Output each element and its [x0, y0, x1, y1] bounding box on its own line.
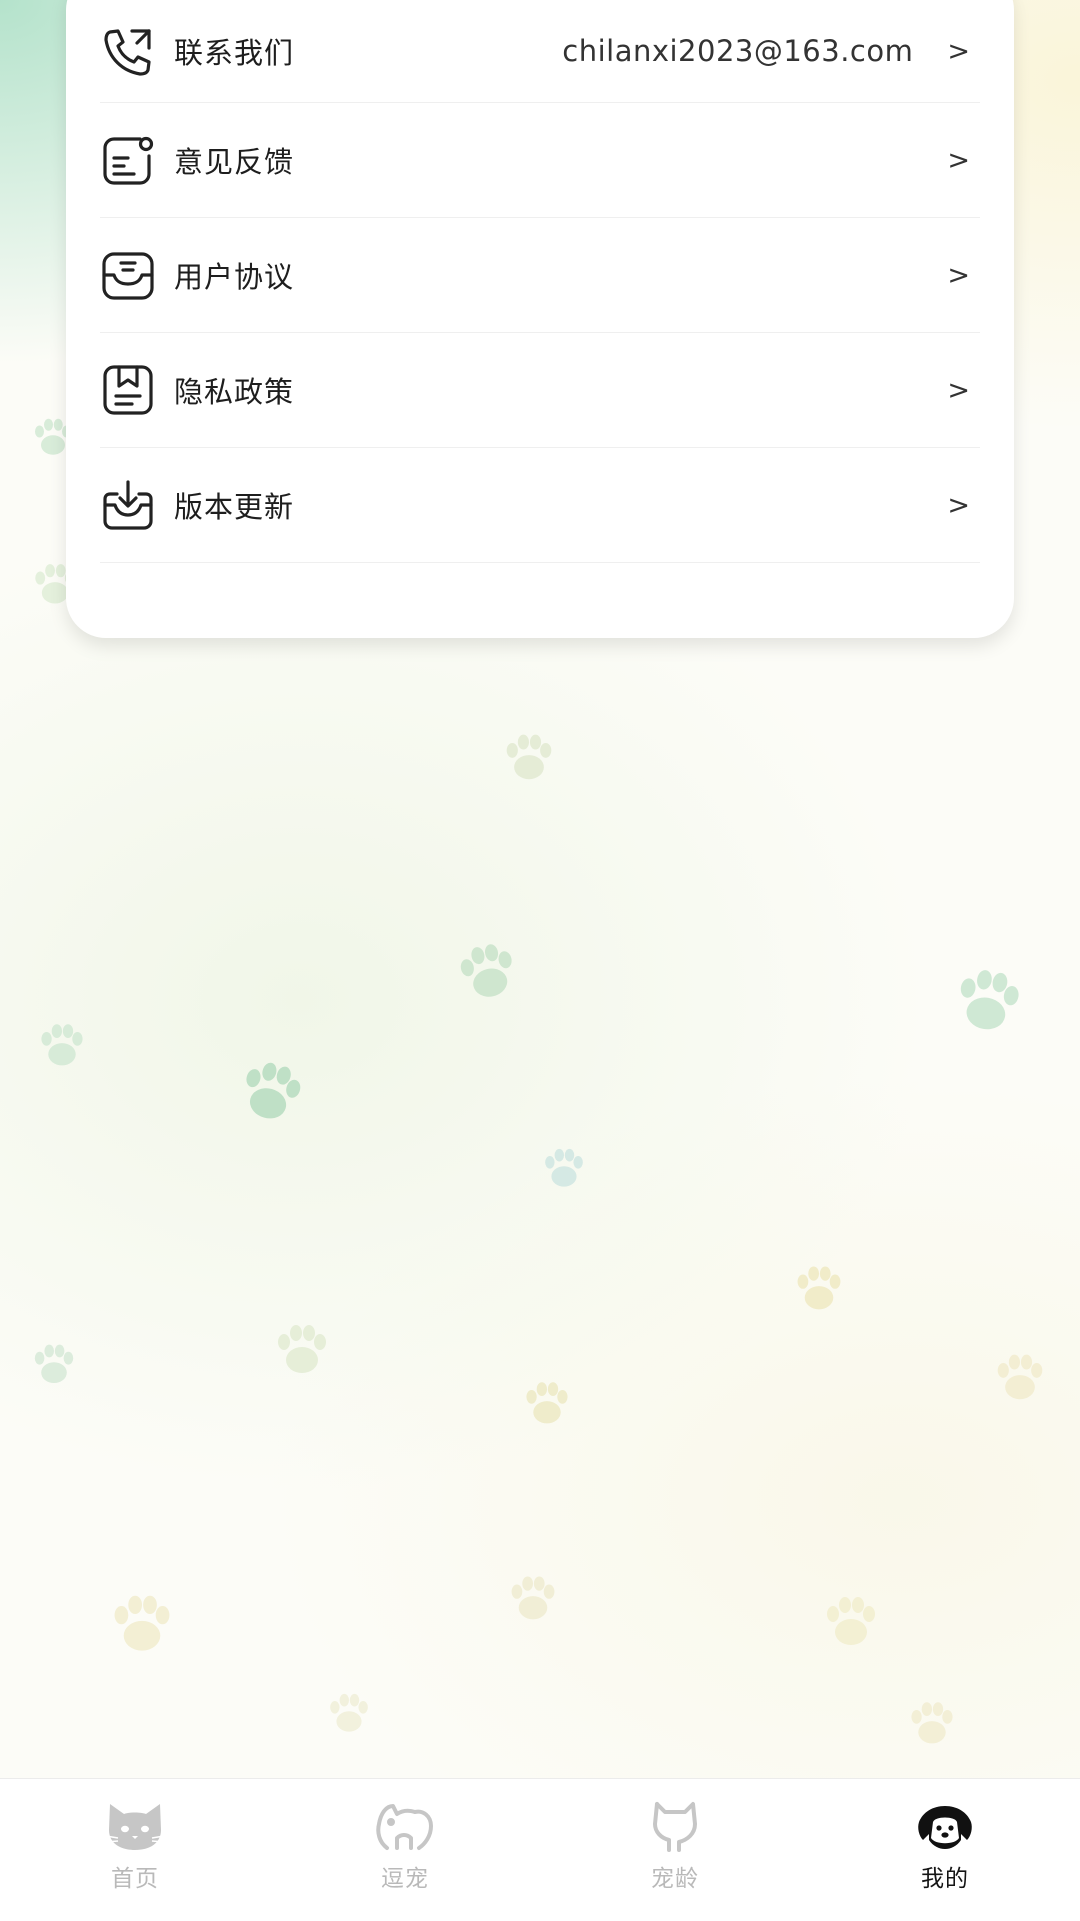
- menu-item-label: 用户协议: [174, 260, 295, 294]
- phone-icon: [100, 23, 156, 79]
- paw-print-icon: [278, 1325, 326, 1373]
- paw-print-icon: [827, 1597, 875, 1645]
- chevron-right-icon: >: [947, 259, 970, 291]
- menu-item-label: 版本更新: [174, 490, 295, 524]
- tab-label: 逗宠: [381, 1866, 429, 1892]
- paw-print-icon: [506, 734, 552, 780]
- paw-print-icon: [954, 966, 1022, 1033]
- menu-item-label: 隐私政策: [174, 375, 295, 409]
- menu-item-update[interactable]: 版本更新 >: [100, 448, 980, 563]
- menu-item-label: 联系我们: [174, 36, 295, 70]
- tab-label: 我的: [921, 1866, 969, 1892]
- paw-print-icon: [237, 1058, 305, 1122]
- tab-label: 宠龄: [651, 1866, 699, 1892]
- feedback-icon: [100, 132, 156, 188]
- contact-email: chilanxi2023@163.com: [562, 34, 914, 68]
- paw-print-icon: [997, 1354, 1043, 1400]
- bottom-tab-bar: 首页 逗宠 宠龄 我的: [0, 1778, 1080, 1921]
- menu-item-feedback[interactable]: 意见反馈 >: [100, 103, 980, 218]
- tab-play[interactable]: 逗宠: [270, 1779, 540, 1921]
- privacy-icon: [100, 362, 156, 418]
- paw-print-icon: [41, 1024, 83, 1066]
- settings-card: 联系我们 chilanxi2023@163.com > 意见反馈 > 用户协议 …: [66, 0, 1014, 638]
- menu-item-label: 意见反馈: [174, 145, 295, 179]
- paw-print-icon: [457, 940, 519, 1000]
- agreement-icon: [100, 247, 156, 303]
- cat-silhouette-icon: [643, 1799, 707, 1853]
- tab-pet-age[interactable]: 宠龄: [540, 1779, 810, 1921]
- chevron-right-icon: >: [947, 35, 970, 67]
- chevron-right-icon: >: [947, 144, 970, 176]
- tab-home[interactable]: 首页: [0, 1779, 270, 1921]
- paw-print-icon: [34, 1344, 74, 1383]
- paw-print-icon: [330, 1693, 368, 1732]
- cat-face-icon: [103, 1799, 167, 1853]
- dog-face-icon: [913, 1799, 977, 1853]
- paw-print-icon: [797, 1266, 841, 1310]
- paw-print-icon: [511, 1576, 555, 1620]
- menu-item-privacy[interactable]: 隐私政策 >: [100, 333, 980, 448]
- chevron-right-icon: >: [947, 374, 970, 406]
- paw-print-icon: [526, 1382, 568, 1424]
- menu-item-contact[interactable]: 联系我们 chilanxi2023@163.com >: [100, 0, 980, 103]
- chevron-right-icon: >: [947, 489, 970, 521]
- pet-play-icon: [373, 1799, 437, 1853]
- tab-mine[interactable]: 我的: [810, 1779, 1080, 1921]
- paw-print-icon: [114, 1595, 170, 1651]
- update-icon: [100, 477, 156, 533]
- tab-label: 首页: [111, 1866, 159, 1892]
- menu-item-agreement[interactable]: 用户协议 >: [100, 218, 980, 333]
- paw-print-icon: [911, 1702, 953, 1744]
- paw-print-icon: [545, 1148, 583, 1187]
